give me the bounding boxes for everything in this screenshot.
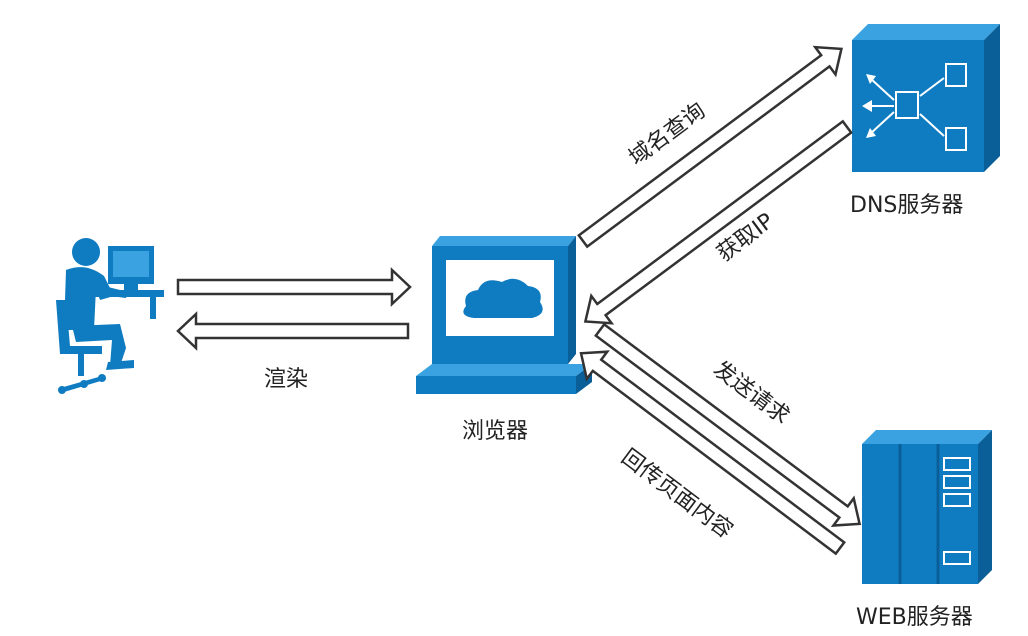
arrow-user-to-browser [176,267,412,307]
arrow-browser-to-user [176,311,410,351]
label-render: 渲染 [264,367,308,392]
browser-computer-icon [416,236,592,394]
flow-diagram: 渲染 浏览器 DNS服务器 WEB服务器 域名查询 获取IP 发送请求 回传页面… [56,24,1000,630]
label-browser: 浏览器 [462,419,528,444]
label-web-server: WEB服务器 [856,605,973,630]
user-at-computer-icon [56,238,164,394]
diagram-stage: 渲染 浏览器 DNS服务器 WEB服务器 域名查询 获取IP 发送请求 回传页面… [0,0,1028,636]
web-server-icon [862,430,992,584]
label-dns-server: DNS服务器 [850,193,963,218]
arrow-browser-to-web [594,322,862,527]
dns-server-icon [852,24,1000,172]
